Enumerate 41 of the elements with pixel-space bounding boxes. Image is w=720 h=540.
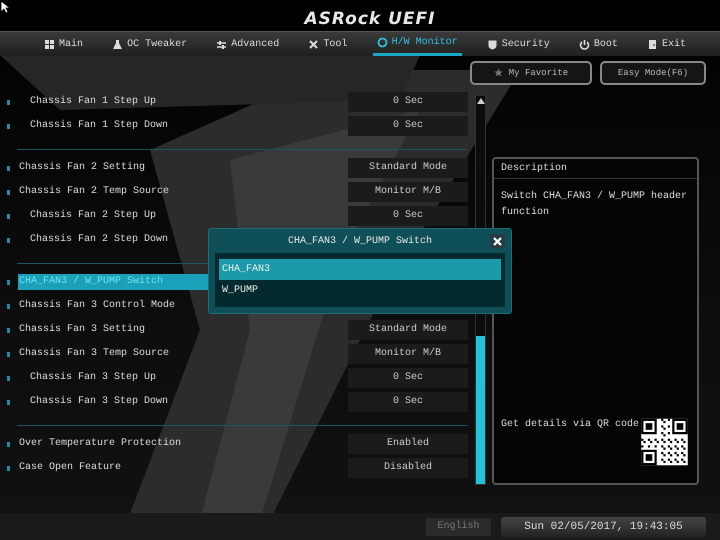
setting-value[interactable]: Standard Mode bbox=[348, 320, 468, 340]
tab[interactable]: Security bbox=[482, 32, 554, 56]
setting-label[interactable]: Chassis Fan 3 Step Up bbox=[29, 370, 158, 386]
setting-value[interactable]: Monitor M/B bbox=[348, 182, 468, 202]
setting-label[interactable]: Chassis Fan 3 Temp Source bbox=[18, 346, 170, 362]
setting-value[interactable]: 0 Sec bbox=[348, 116, 468, 136]
qr-caption: Get details via QR code bbox=[501, 419, 640, 430]
setting-label[interactable]: Case Open Feature bbox=[18, 460, 122, 476]
setting-label[interactable]: Chassis Fan 2 Step Down bbox=[29, 232, 170, 248]
setting-label[interactable]: Chassis Fan 1 Step Down bbox=[29, 118, 170, 134]
tab[interactable]: H/W Monitor bbox=[372, 32, 462, 56]
date-time: Sun 02/05/2017, 19:43:05 bbox=[501, 516, 706, 536]
setting-value[interactable]: Monitor M/B bbox=[348, 344, 468, 364]
setting-value[interactable]: 0 Sec bbox=[348, 392, 468, 412]
my-favorite-button[interactable]: My Favorite bbox=[470, 60, 592, 84]
setting-label[interactable]: Chassis Fan 3 Step Down bbox=[29, 394, 170, 410]
setting-value[interactable]: Standard Mode bbox=[348, 158, 468, 178]
setting-label[interactable]: Chassis Fan 2 Temp Source bbox=[18, 184, 170, 200]
tab[interactable]: Boot bbox=[574, 32, 622, 56]
popup-title: CHA_FAN3 / W_PUMP Switch bbox=[288, 236, 432, 246]
setting-label[interactable]: Over Temperature Protection bbox=[18, 436, 182, 452]
setting-value[interactable]: Disabled bbox=[348, 458, 468, 478]
setting-label[interactable]: Chassis Fan 1 Step Up bbox=[29, 94, 158, 110]
easy-mode-button[interactable]: Easy Mode(F6) bbox=[600, 60, 706, 84]
logo-text: ASRock UEFI bbox=[302, 8, 436, 31]
setting-label[interactable]: Chassis Fan 3 Control Mode bbox=[18, 298, 176, 314]
description-title: Description bbox=[494, 159, 697, 179]
tab[interactable]: Advanced bbox=[212, 32, 284, 56]
option-item[interactable]: W_PUMP bbox=[219, 280, 501, 301]
setting-value[interactable]: Enabled bbox=[348, 434, 468, 454]
tab[interactable]: OC Tweaker bbox=[108, 32, 192, 56]
setting-label[interactable]: Chassis Fan 2 Setting bbox=[18, 160, 146, 176]
tab[interactable]: Exit bbox=[642, 32, 690, 56]
setting-value[interactable]: 0 Sec bbox=[348, 92, 468, 112]
tab[interactable]: Tool bbox=[304, 32, 352, 56]
setting-label[interactable]: Chassis Fan 3 Setting bbox=[18, 322, 146, 338]
setting-label[interactable]: Chassis Fan 2 Step Up bbox=[29, 208, 158, 224]
description-text: Switch CHA_FAN3 / W_PUMP header function bbox=[501, 190, 688, 220]
setting-value[interactable]: 0 Sec bbox=[348, 368, 468, 388]
tab[interactable]: Main bbox=[40, 32, 88, 56]
setting-value[interactable]: 0 Sec bbox=[348, 206, 468, 226]
